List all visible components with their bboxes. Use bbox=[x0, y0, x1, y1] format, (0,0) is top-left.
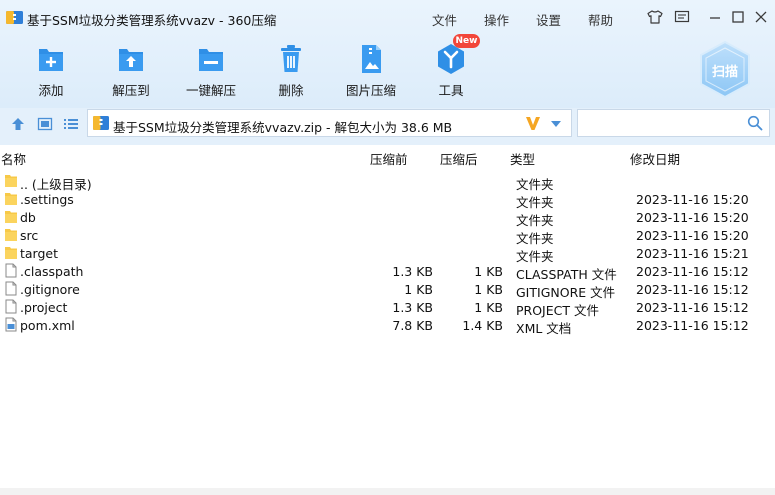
file-date: 2023-11-16 15:12 bbox=[636, 282, 749, 297]
table-row[interactable]: src 文件夹 2023-11-16 15:20 bbox=[0, 226, 775, 246]
column-header-name[interactable]: 名称 bbox=[1, 149, 26, 167]
up-arrow-icon[interactable] bbox=[10, 116, 26, 132]
file-icon bbox=[5, 281, 17, 296]
message-icon bbox=[674, 10, 690, 23]
folder-icon bbox=[5, 247, 17, 259]
zip-archive-icon bbox=[93, 116, 109, 130]
skin-button[interactable] bbox=[646, 8, 664, 26]
shirt-icon bbox=[647, 10, 663, 24]
file-date: 2023-11-16 15:12 bbox=[636, 318, 749, 333]
maximize-icon bbox=[732, 11, 744, 23]
table-row[interactable]: .classpath 1.3 KB 1 KB CLASSPATH 文件 2023… bbox=[0, 262, 775, 282]
file-packed-size: 7.8 KB bbox=[392, 318, 433, 333]
window-title: 基于SSM垃圾分类管理系统vvazv - 360压缩 bbox=[27, 13, 277, 28]
feedback-button[interactable] bbox=[673, 8, 691, 26]
add-button[interactable]: 添加 bbox=[15, 40, 87, 100]
file-packed-size: 1 KB bbox=[404, 282, 433, 297]
column-header-packed[interactable]: 压缩前 bbox=[370, 149, 408, 167]
file-name: src bbox=[20, 228, 39, 243]
file-compressed-size: 1 KB bbox=[474, 300, 503, 315]
xml-file-icon bbox=[5, 317, 17, 332]
folder-icon bbox=[5, 193, 17, 205]
file-name: .classpath bbox=[20, 264, 84, 279]
minimize-icon bbox=[710, 17, 720, 19]
extract-to-label: 解压到 bbox=[112, 83, 150, 98]
menu-file[interactable]: 文件 bbox=[432, 10, 457, 29]
file-name: target bbox=[20, 246, 59, 261]
table-row[interactable]: .. (上级目录) 文件夹 bbox=[0, 172, 775, 192]
tools-label: 工具 bbox=[438, 83, 464, 98]
thumbnail-view-icon[interactable] bbox=[37, 116, 53, 132]
menu-settings[interactable]: 设置 bbox=[536, 10, 561, 29]
tools-button[interactable]: 工具 bbox=[415, 40, 487, 100]
file-name: .gitignore bbox=[20, 282, 80, 297]
table-row[interactable]: pom.xml 7.8 KB 1.4 KB XML 文档 2023-11-16 … bbox=[0, 316, 775, 336]
file-icon bbox=[5, 299, 17, 314]
image-compress-button[interactable]: 图片压缩 bbox=[335, 40, 407, 100]
table-row[interactable]: .gitignore 1 KB 1 KB GITIGNORE 文件 2023-1… bbox=[0, 280, 775, 300]
file-packed-size: 1.3 KB bbox=[392, 300, 433, 315]
table-row[interactable]: db 文件夹 2023-11-16 15:20 bbox=[0, 208, 775, 228]
file-date: 2023-11-16 15:20 bbox=[636, 210, 749, 225]
scan-label: 扫描 bbox=[711, 65, 738, 80]
file-date: 2023-11-16 15:20 bbox=[636, 228, 749, 243]
add-file-icon bbox=[39, 49, 63, 71]
table-row[interactable]: target 文件夹 2023-11-16 15:21 bbox=[0, 244, 775, 264]
delete-label: 删除 bbox=[278, 83, 304, 98]
maximize-button[interactable] bbox=[729, 8, 747, 26]
image-compress-label: 图片压缩 bbox=[345, 83, 396, 98]
image-compress-icon bbox=[362, 45, 381, 73]
title-bar: 基于SSM垃圾分类管理系统vvazv - 360压缩 文件 操作 设置 帮助 bbox=[0, 0, 775, 34]
scan-button[interactable]: 扫描 bbox=[697, 40, 753, 100]
table-row[interactable]: .settings 文件夹 2023-11-16 15:20 bbox=[0, 190, 775, 210]
one-click-extract-icon bbox=[199, 49, 223, 71]
close-icon bbox=[755, 11, 767, 23]
folder-icon bbox=[5, 175, 17, 187]
file-compressed-size: 1 KB bbox=[474, 282, 503, 297]
v-logo-icon[interactable] bbox=[524, 114, 542, 132]
column-header-type[interactable]: 类型 bbox=[510, 149, 535, 167]
one-click-extract-button[interactable]: 一键解压 bbox=[175, 40, 247, 100]
app-logo-icon bbox=[6, 11, 23, 24]
chevron-down-icon[interactable] bbox=[550, 120, 562, 128]
menu-operate[interactable]: 操作 bbox=[484, 10, 509, 29]
file-type: XML 文档 bbox=[516, 321, 572, 336]
one-click-extract-label: 一键解压 bbox=[185, 83, 236, 98]
file-icon bbox=[5, 263, 17, 278]
search-icon[interactable] bbox=[747, 115, 763, 131]
list-view-icon[interactable] bbox=[63, 116, 79, 132]
add-label: 添加 bbox=[38, 83, 64, 98]
file-date: 2023-11-16 15:20 bbox=[636, 192, 749, 207]
file-packed-size: 1.3 KB bbox=[392, 264, 433, 279]
status-bar bbox=[0, 488, 775, 495]
address-bar[interactable]: 基于SSM垃圾分类管理系统vvazv.zip - 解包大小为 38.6 MB bbox=[87, 109, 572, 137]
column-header-size[interactable]: 压缩后 bbox=[440, 149, 478, 167]
new-badge: New bbox=[453, 34, 480, 48]
folder-icon bbox=[5, 229, 17, 241]
trash-icon bbox=[281, 45, 301, 72]
minimize-button[interactable] bbox=[706, 8, 724, 26]
search-input[interactable] bbox=[577, 109, 770, 137]
file-compressed-size: 1.4 KB bbox=[462, 318, 503, 333]
extract-folder-icon bbox=[119, 49, 143, 71]
file-name: db bbox=[20, 210, 36, 225]
file-date: 2023-11-16 15:12 bbox=[636, 264, 749, 279]
extract-to-button[interactable]: 解压到 bbox=[95, 40, 167, 100]
column-header-modified[interactable]: 修改日期 bbox=[630, 149, 680, 167]
file-compressed-size: 1 KB bbox=[474, 264, 503, 279]
file-name: pom.xml bbox=[20, 318, 75, 333]
file-name: .settings bbox=[20, 192, 74, 207]
menu-help[interactable]: 帮助 bbox=[588, 10, 613, 29]
table-row[interactable]: .project 1.3 KB 1 KB PROJECT 文件 2023-11-… bbox=[0, 298, 775, 318]
close-button[interactable] bbox=[752, 8, 770, 26]
file-date: 2023-11-16 15:21 bbox=[636, 246, 749, 261]
delete-button[interactable]: 删除 bbox=[255, 40, 327, 100]
file-date: 2023-11-16 15:12 bbox=[636, 300, 749, 315]
folder-icon bbox=[5, 211, 17, 223]
file-name: .project bbox=[20, 300, 68, 315]
address-text: 基于SSM垃圾分类管理系统vvazv.zip - 解包大小为 38.6 MB bbox=[113, 120, 453, 135]
